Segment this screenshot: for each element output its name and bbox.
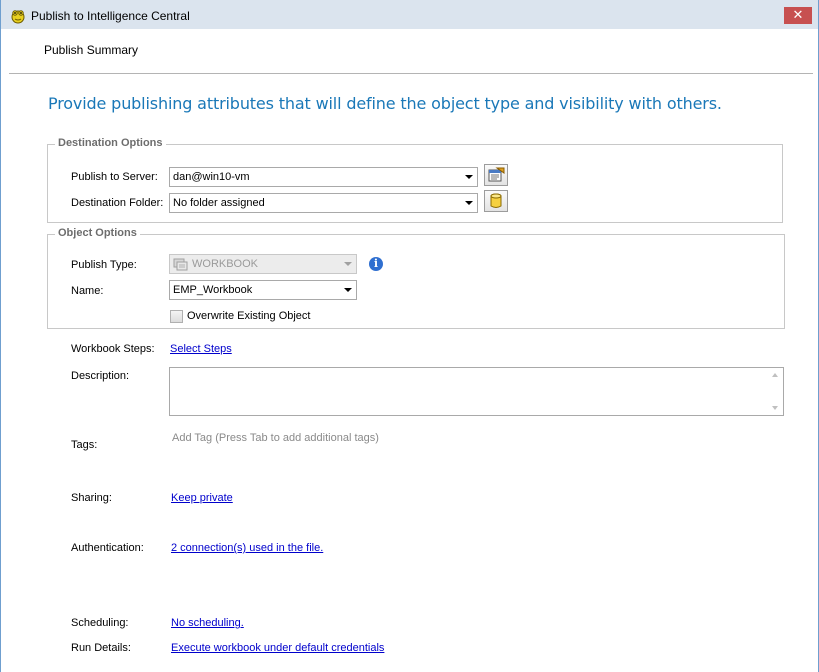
authentication-label: Authentication: — [71, 542, 144, 554]
scroll-up-icon[interactable] — [772, 373, 778, 377]
publish-type-dropdown[interactable]: WORKBOOK — [169, 254, 357, 274]
folder-value: No folder assigned — [173, 197, 265, 209]
workbook-steps-label: Workbook Steps: — [71, 343, 155, 355]
server-value: dan@win10-vm — [173, 171, 250, 183]
overwrite-label: Overwrite Existing Object — [187, 310, 311, 322]
object-options-group — [47, 234, 785, 329]
window-title: Publish to Intelligence Central — [31, 9, 190, 23]
name-label: Name: — [71, 285, 104, 297]
server-properties-button[interactable] — [484, 164, 508, 186]
title-bar[interactable]: Publish to Intelligence Central ✕ — [1, 0, 818, 29]
chevron-down-icon — [344, 262, 352, 266]
scroll-down-icon[interactable] — [772, 406, 778, 410]
run-details-link[interactable]: Execute workbook under default credentia… — [171, 642, 384, 654]
folder-label: Destination Folder: — [71, 197, 164, 209]
sharing-label: Sharing: — [71, 492, 112, 504]
name-value: EMP_Workbook — [173, 284, 253, 296]
description-label: Description: — [71, 370, 130, 382]
tags-label: Tags: — [71, 439, 98, 451]
publish-type-label: Publish Type: — [71, 259, 137, 271]
toad-app-icon — [10, 8, 26, 24]
overwrite-checkbox[interactable] — [170, 310, 183, 323]
tags-input[interactable]: Add Tag (Press Tab to add additional tag… — [172, 432, 379, 444]
connections-link[interactable]: 2 connection(s) used in the file. — [171, 542, 323, 554]
server-properties-icon — [488, 167, 505, 182]
name-combobox[interactable]: EMP_Workbook — [169, 280, 357, 300]
chevron-down-icon — [465, 201, 473, 205]
run-details-label: Run Details: — [71, 642, 131, 654]
close-icon: ✕ — [792, 7, 804, 22]
keep-private-link[interactable]: Keep private — [171, 492, 233, 504]
folder-dropdown[interactable]: No folder assigned — [169, 193, 478, 213]
destination-options-title: Destination Options — [55, 137, 166, 149]
scheduling-label: Scheduling: — [71, 617, 129, 629]
chevron-down-icon — [344, 288, 352, 292]
no-scheduling-link[interactable]: No scheduling. — [171, 617, 244, 629]
server-label: Publish to Server: — [71, 171, 158, 183]
database-icon — [490, 193, 502, 208]
info-icon[interactable]: i — [369, 257, 383, 271]
page-headline: Provide publishing attributes that will … — [48, 94, 722, 113]
chevron-down-icon — [465, 175, 473, 179]
select-steps-link[interactable]: Select Steps — [170, 343, 232, 355]
server-dropdown[interactable]: dan@win10-vm — [169, 167, 478, 187]
tab-publish-summary[interactable]: Publish Summary — [44, 43, 138, 57]
description-textarea[interactable] — [169, 367, 784, 416]
publish-dialog: Publish to Intelligence Central ✕ Publis… — [0, 0, 819, 672]
workbook-icon — [173, 258, 188, 271]
tab-divider — [9, 73, 813, 74]
close-button[interactable]: ✕ — [784, 7, 812, 24]
object-options-title: Object Options — [55, 227, 140, 239]
folder-select-button[interactable] — [484, 190, 508, 212]
publish-type-value: WORKBOOK — [192, 258, 259, 270]
